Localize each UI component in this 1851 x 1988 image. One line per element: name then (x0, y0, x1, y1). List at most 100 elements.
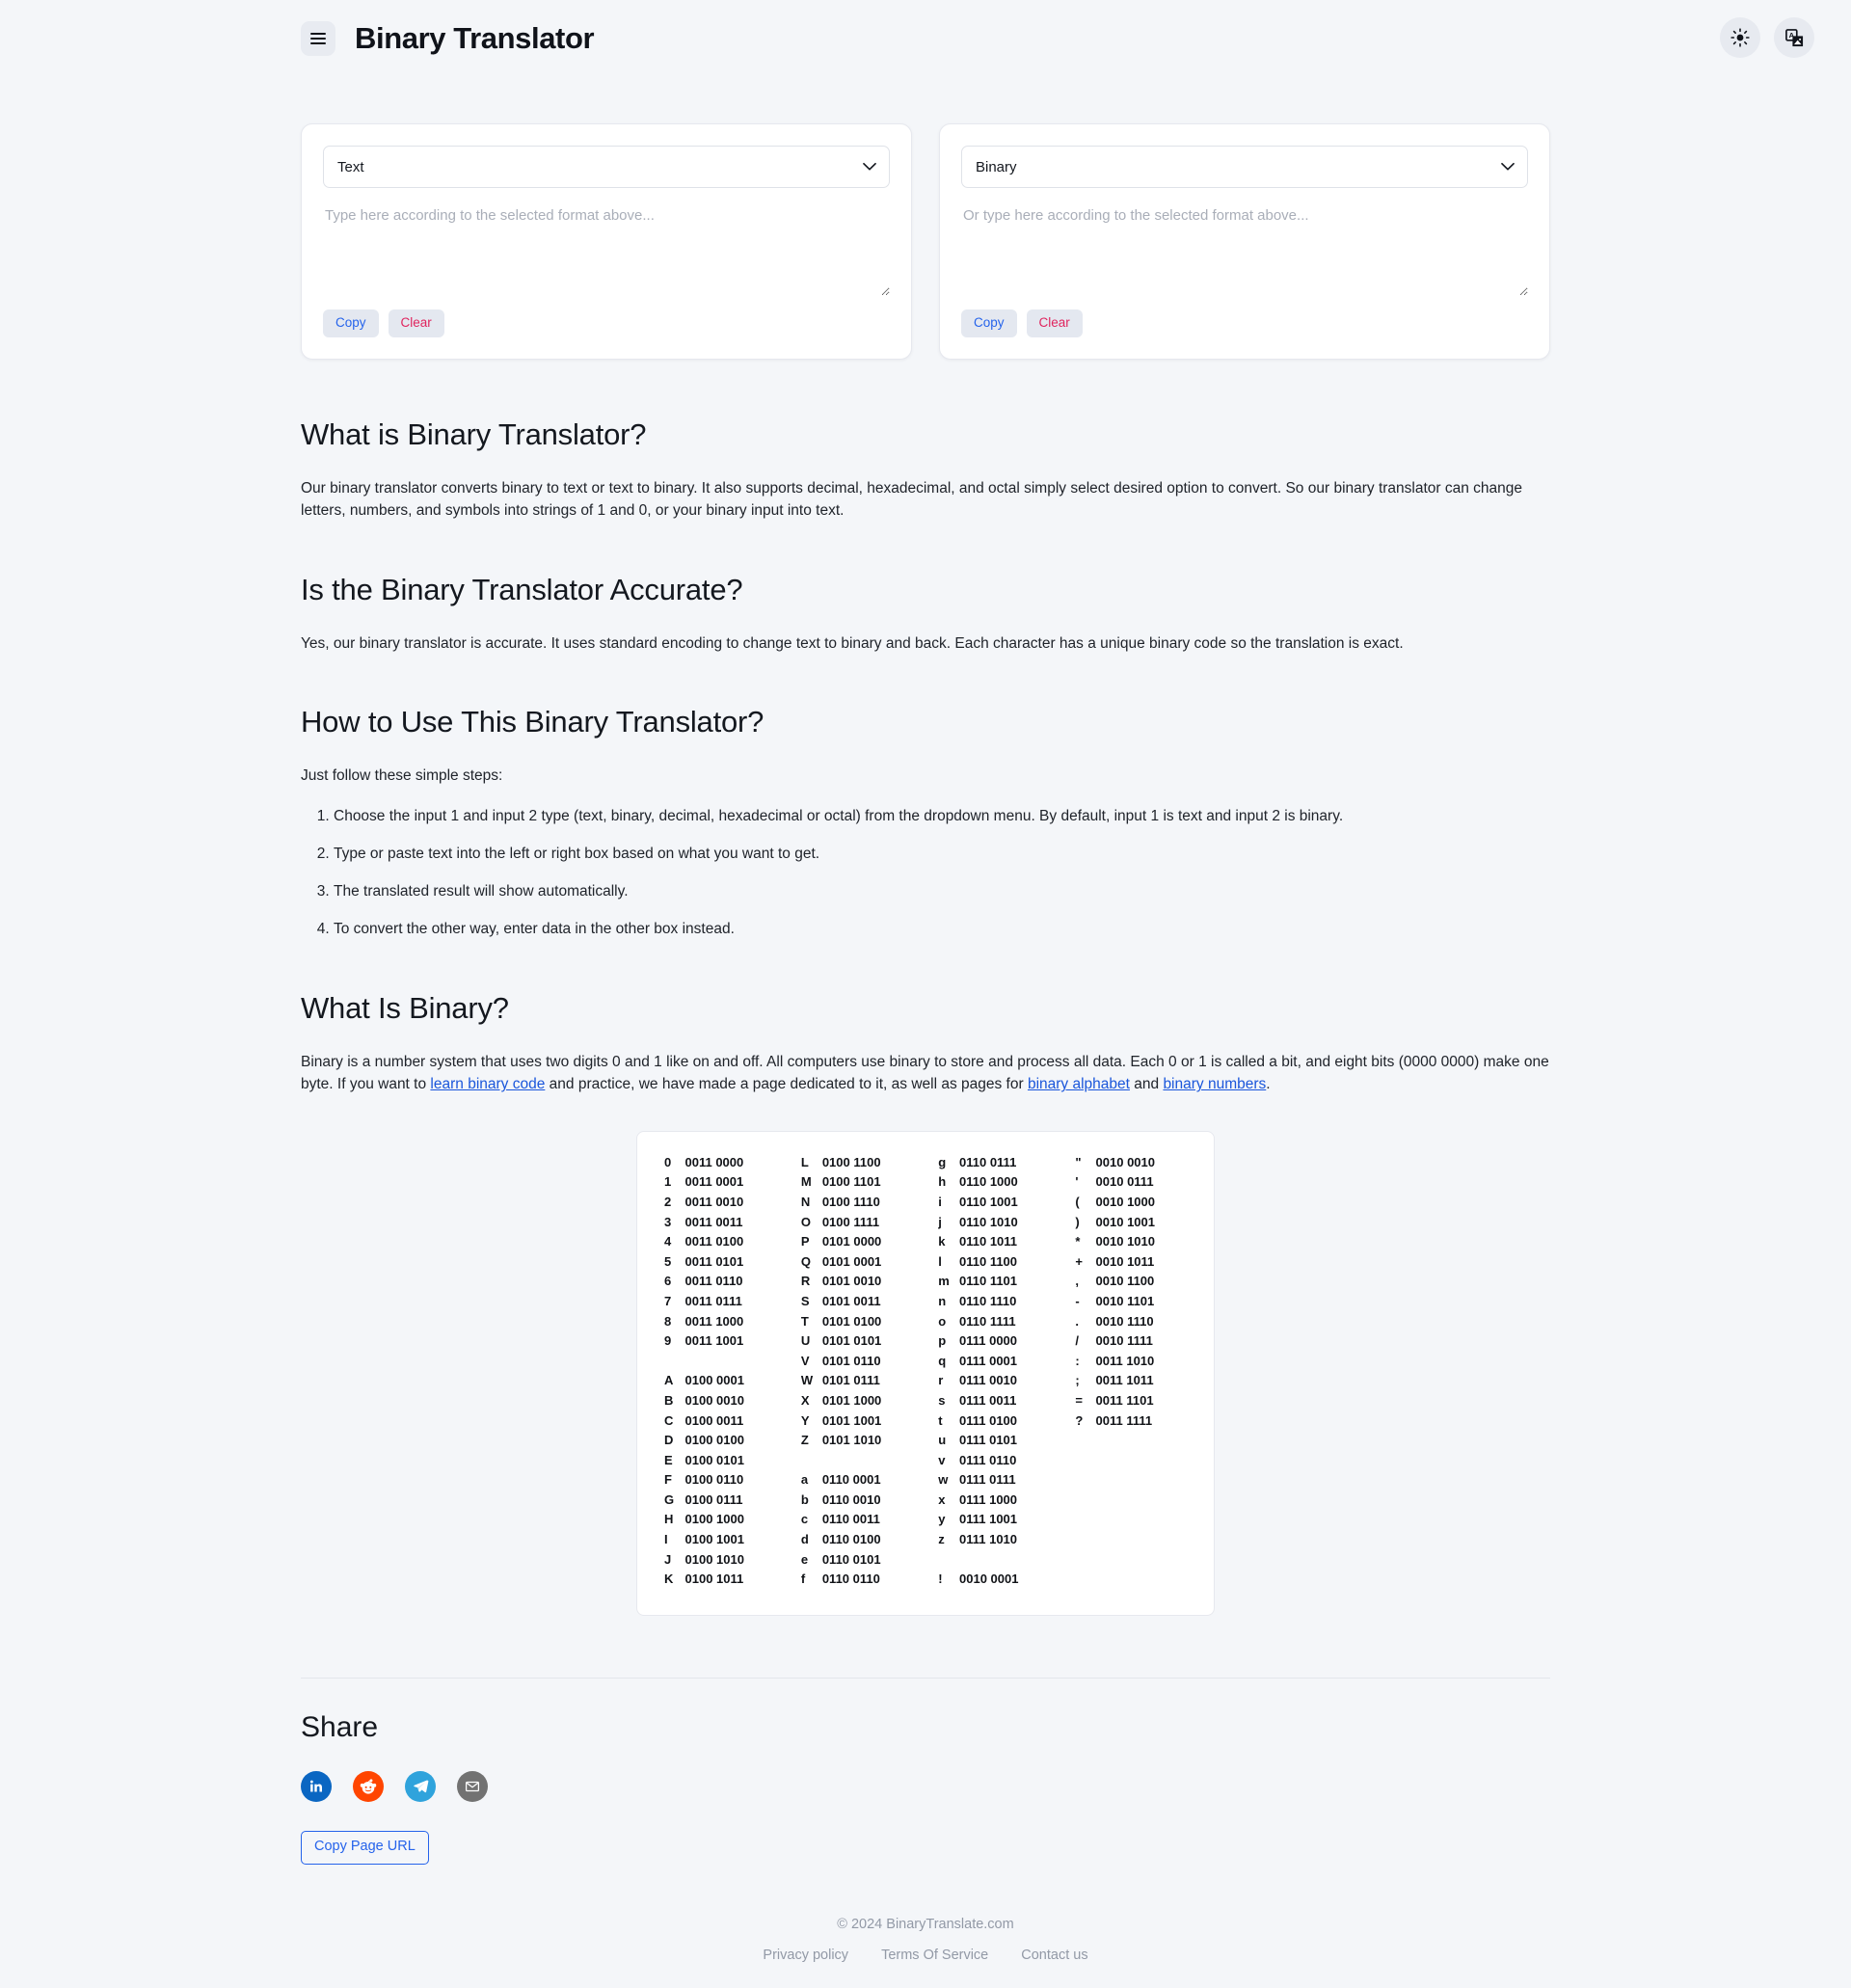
binary-char-cell: ! (938, 1572, 943, 1587)
binary-code-cell (1096, 1550, 1189, 1571)
column-gap (778, 1312, 799, 1332)
binary-code-cell: 0100 0101 (684, 1452, 744, 1467)
binary-char-cell: m (938, 1274, 950, 1289)
share-telegram-button[interactable] (405, 1770, 436, 1802)
how-to-step: To convert the other way, enter data in … (334, 918, 1550, 940)
column-gap (778, 1491, 799, 1511)
table-row: 8 0011 1000 T 0101 0100 o 0110 1111 . 0010 1… (662, 1312, 1189, 1332)
table-row: 6 0011 0110 R 0101 0010 m 0110 1101 , 0010 1… (662, 1272, 1189, 1292)
binary-char-cell: * (1075, 1234, 1081, 1249)
binary-char-cell: n (938, 1293, 947, 1308)
binary-char-cell (1073, 1491, 1095, 1511)
link-learn-binary-code[interactable]: learn binary code (430, 1076, 545, 1092)
binary-code-cell: 0010 0001 (959, 1572, 1019, 1587)
column-gap (915, 1292, 936, 1312)
binary-char-cell: ( (1075, 1194, 1080, 1209)
binary-code-cell: 0100 0011 (684, 1412, 744, 1428)
binary-code-cell: 0100 1011 (684, 1572, 744, 1587)
left-button-row: Copy Clear (323, 309, 890, 337)
column-gap (1052, 1312, 1073, 1332)
left-clear-button[interactable]: Clear (388, 309, 444, 337)
binary-code-cell: 0110 1010 (959, 1214, 1018, 1229)
telegram-icon (413, 1780, 428, 1793)
footer-link[interactable]: Terms Of Service (881, 1948, 988, 1963)
page-title: Binary Translator (355, 21, 595, 55)
binary-char-cell (1073, 1431, 1095, 1451)
translate-icon: A (1784, 28, 1803, 46)
heading-what-is-binary: What Is Binary? (301, 990, 509, 1025)
binary-code-cell: 0011 1000 (684, 1313, 744, 1329)
link-binary-numbers[interactable]: binary numbers (1163, 1076, 1266, 1092)
share-email-button[interactable] (457, 1770, 488, 1802)
left-copy-button[interactable]: Copy (323, 309, 379, 337)
binary-char-cell: I (664, 1532, 668, 1547)
column-gap (1052, 1391, 1073, 1411)
binary-char-cell: 0 (664, 1154, 672, 1169)
binary-code-cell: 0100 1001 (684, 1532, 744, 1547)
how-to-steps-list: Choose the input 1 and input 2 type (tex… (301, 805, 1550, 941)
binary-char-cell: S (800, 1293, 810, 1308)
column-gap (778, 1331, 799, 1352)
copy-page-url-button[interactable]: Copy Page URL (301, 1830, 429, 1865)
column-gap (778, 1411, 799, 1432)
hamburger-icon (310, 33, 326, 44)
table-row: B 0100 0010 X 0101 1000 s 0111 0011 = 0011 1… (662, 1391, 1189, 1411)
link-binary-alphabet[interactable]: binary alphabet (1028, 1076, 1130, 1092)
binary-char-cell: : (1075, 1353, 1080, 1368)
column-gap (1052, 1530, 1073, 1550)
column-gap (915, 1252, 936, 1273)
footer-link[interactable]: Contact us (1021, 1948, 1087, 1963)
right-format-select[interactable]: TextBinaryDecimalHexadecimalOctal (961, 146, 1528, 188)
binary-code-cell: 0101 1010 (821, 1433, 882, 1448)
column-gap (1052, 1252, 1073, 1273)
binary-code-cell: 0111 1001 (959, 1512, 1018, 1527)
right-format-select-wrap: TextBinaryDecimalHexadecimalOctal (961, 146, 1528, 188)
column-gap (915, 1550, 936, 1571)
column-gap (778, 1451, 799, 1471)
column-gap (915, 1331, 936, 1352)
binary-code-cell: 0011 0110 (684, 1274, 743, 1289)
column-gap (1052, 1232, 1073, 1252)
binary-code-cell: 0100 1110 (821, 1194, 880, 1209)
column-gap (915, 1213, 936, 1233)
binary-code-cell (1096, 1530, 1189, 1550)
theme-toggle-button[interactable] (1720, 17, 1760, 58)
binary-code-cell: 0111 0101 (959, 1433, 1018, 1448)
column-gap (778, 1213, 799, 1233)
table-row: 2 0011 0010 N 0100 1110 i 0110 1001 (0010 1… (662, 1193, 1189, 1213)
binary-code-cell: 0111 0010 (959, 1373, 1018, 1388)
binary-code-cell: 0110 0111 (959, 1154, 1017, 1169)
column-gap (778, 1172, 799, 1193)
binary-code-cell (685, 1352, 778, 1372)
binary-char-cell: O (800, 1214, 812, 1229)
column-gap (778, 1232, 799, 1252)
binary-code-cell: 0011 0011 (684, 1214, 743, 1229)
binary-code-cell: 0110 0100 (821, 1532, 881, 1547)
table-row: 7 0011 0111 S 0101 0011 n 0110 1110 -0010 1… (662, 1292, 1189, 1312)
table-row: K 0100 1011 f 0110 0110 ! 0010 0001 (662, 1570, 1189, 1590)
column-gap (1052, 1510, 1073, 1530)
footer-link[interactable]: Privacy policy (763, 1948, 848, 1963)
heading-share: Share (301, 1710, 379, 1743)
right-text-input[interactable] (961, 207, 1528, 296)
hamburger-menu-button[interactable] (301, 21, 335, 56)
share-reddit-button[interactable] (353, 1770, 384, 1802)
paragraph-accurate: Yes, our binary translator is accurate. … (301, 634, 1404, 652)
binary-char-cell: s (938, 1392, 946, 1408)
binary-code-cell: 0011 0000 (684, 1154, 744, 1169)
binary-code-cell: 0111 0100 (959, 1412, 1018, 1428)
binary-char-cell: ' (1075, 1174, 1079, 1190)
left-format-select[interactable]: TextBinaryDecimalHexadecimalOctal (323, 146, 890, 188)
right-clear-button[interactable]: Clear (1026, 309, 1083, 337)
share-linkedin-button[interactable] (301, 1770, 332, 1802)
right-copy-button[interactable]: Copy (961, 309, 1017, 337)
column-gap (778, 1193, 799, 1213)
language-switch-button[interactable]: A (1774, 17, 1814, 58)
binary-code-cell: 0100 1100 (821, 1154, 881, 1169)
table-row: 5 0011 0101 Q 0101 0001 l 0110 1100 +0010 1… (662, 1252, 1189, 1273)
binary-char-cell: u (938, 1433, 947, 1448)
binary-code-cell: 0100 0010 (684, 1392, 744, 1408)
left-text-input[interactable] (323, 207, 890, 296)
binary-code-cell: 0010 0111 (1095, 1174, 1154, 1190)
table-row: 3 0011 0011 O 0100 1111 j 0110 1010 ) 0010 1… (662, 1213, 1189, 1233)
